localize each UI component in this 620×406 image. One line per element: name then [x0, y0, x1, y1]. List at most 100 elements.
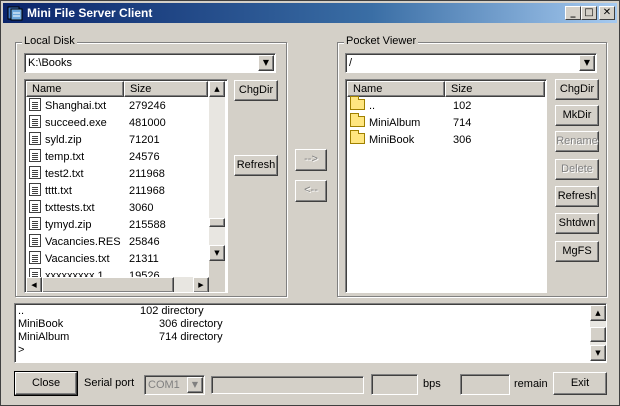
scroll-up-icon[interactable]: ▲	[590, 305, 606, 321]
upload-button[interactable]: -->	[295, 149, 327, 171]
maximize-button[interactable]: □	[581, 6, 597, 20]
local-file-row[interactable]: syld.zip 71201	[29, 132, 209, 148]
rename-button[interactable]: Rename	[555, 131, 599, 152]
local-disk-label: Local Disk	[22, 35, 77, 47]
chevron-down-icon[interactable]: ▼	[187, 377, 203, 393]
log-line: .. 102 directory	[18, 305, 578, 318]
folder-icon	[350, 96, 365, 110]
close-window-button[interactable]: ✕	[599, 6, 615, 20]
scroll-thumb[interactable]	[209, 218, 225, 227]
file-size: 211968	[129, 168, 165, 180]
local-file-list[interactable]: Name Size Shanghai.txt 279246 succeed.exe 4…	[24, 79, 228, 293]
local-file-row[interactable]: Shanghai.txt 279246	[29, 98, 209, 114]
local-vertical-scrollbar[interactable]: ▲ ▼	[209, 81, 225, 261]
file-size: 71201	[129, 134, 160, 146]
folder-name: MiniBook	[369, 134, 415, 146]
scroll-thumb[interactable]	[590, 327, 606, 342]
file-icon	[29, 149, 41, 162]
pocket-folder-row[interactable]: MiniBook 306	[350, 130, 546, 148]
local-path-combo[interactable]: K:\Books ▼	[24, 53, 276, 73]
folder-icon	[350, 130, 365, 144]
file-icon	[29, 98, 41, 111]
file-name: syld.zip	[45, 134, 82, 146]
pocket-folder-row[interactable]: .. 102	[350, 96, 546, 114]
serial-port-value: COM1	[148, 379, 180, 391]
folder-name: ..	[369, 100, 376, 112]
file-icon	[29, 115, 41, 128]
pocket-file-list[interactable]: Name Size .. 102 MiniAlbum 714 MiniBook 306	[345, 79, 547, 293]
scroll-up-icon[interactable]: ▲	[209, 81, 225, 97]
file-size: 211968	[129, 185, 165, 197]
pocket-column-size[interactable]: Size	[445, 81, 545, 97]
local-path-value: K:\Books	[28, 57, 73, 69]
file-icon	[29, 217, 41, 230]
log-vertical-scrollbar[interactable]: ▲ ▼	[590, 305, 606, 361]
file-name: Shanghai.txt	[45, 100, 107, 112]
remain-label: remain	[514, 378, 548, 390]
file-name: tymyd.zip	[45, 219, 92, 231]
shutdown-button[interactable]: Shtdwn	[555, 213, 599, 234]
close-connection-button[interactable]: Close	[14, 371, 78, 396]
folder-size: 714	[453, 117, 472, 129]
file-icon	[29, 200, 41, 213]
hscroll-thumb[interactable]	[42, 277, 174, 292]
folder-name: MiniAlbum	[369, 117, 421, 129]
local-file-row[interactable]: temp.txt 24576	[29, 149, 209, 165]
mkdir-button[interactable]: MkDir	[555, 105, 599, 126]
folder-size: 306	[453, 134, 472, 146]
log-info: 306 directory	[159, 318, 223, 330]
chevron-down-icon[interactable]: ▼	[258, 55, 274, 71]
scroll-corner	[209, 261, 225, 292]
local-horizontal-scrollbar[interactable]: ◀ ▶	[26, 277, 209, 292]
file-name: succeed.exe	[45, 117, 107, 129]
minimize-button[interactable]: _	[565, 6, 581, 20]
file-size: 481000	[129, 117, 166, 129]
file-icon	[29, 166, 41, 179]
close-icon: ✕	[602, 7, 612, 18]
mgfs-button[interactable]: MgFS	[555, 241, 599, 262]
pocket-folder-row[interactable]: MiniAlbum 714	[350, 113, 546, 131]
local-column-name[interactable]: Name	[26, 81, 124, 97]
file-size: 25846	[129, 236, 160, 248]
local-file-row[interactable]: tttt.txt 211968	[29, 183, 209, 199]
local-file-row[interactable]: Vacancies.txt 21311	[29, 251, 209, 267]
pocket-column-name[interactable]: Name	[347, 81, 445, 97]
delete-button[interactable]: Delete	[555, 159, 599, 180]
serial-port-select[interactable]: COM1 ▼	[144, 375, 205, 395]
local-column-size[interactable]: Size	[124, 81, 208, 97]
pocket-chgdir-button[interactable]: ChgDir	[555, 79, 599, 100]
chevron-down-icon[interactable]: ▼	[579, 55, 595, 71]
scroll-down-icon[interactable]: ▼	[590, 345, 606, 361]
log-info: 714 directory	[159, 331, 223, 343]
pocket-path-combo[interactable]: / ▼	[345, 53, 597, 73]
file-size: 279246	[129, 100, 166, 112]
local-chgdir-button[interactable]: ChgDir	[234, 80, 278, 101]
progress-bar	[211, 376, 364, 394]
download-button[interactable]: <--	[295, 180, 327, 202]
maximize-icon: □	[584, 7, 594, 18]
local-file-row[interactable]: succeed.exe 481000	[29, 115, 209, 131]
exit-button[interactable]: Exit	[553, 372, 607, 395]
file-size: 21311	[129, 253, 159, 265]
local-file-row[interactable]: txttests.txt 3060	[29, 200, 209, 216]
pocket-refresh-button[interactable]: Refresh	[555, 186, 599, 207]
log-info: 102 directory	[140, 305, 204, 317]
file-name: Vacancies.RES	[45, 236, 121, 248]
file-icon	[29, 251, 41, 264]
remain-display	[460, 374, 510, 395]
scroll-down-icon[interactable]: ▼	[209, 245, 225, 261]
local-file-row[interactable]: tymyd.zip 215588	[29, 217, 209, 233]
log-line: >	[18, 344, 578, 357]
local-file-row[interactable]: test2.txt 211968	[29, 166, 209, 182]
scroll-left-icon[interactable]: ◀	[26, 277, 42, 292]
bps-label: bps	[423, 378, 441, 390]
title-bar[interactable]: Mini File Server Client _ □ ✕	[3, 3, 617, 23]
local-file-row[interactable]: Vacancies.RES 25846	[29, 234, 209, 250]
file-name: txttests.txt	[45, 202, 95, 214]
file-name: tttt.txt	[45, 185, 72, 197]
scroll-right-icon[interactable]: ▶	[193, 277, 209, 292]
local-refresh-button[interactable]: Refresh	[234, 155, 278, 176]
log-output[interactable]: .. 102 directory MiniBook 306 directory Mini…	[14, 303, 607, 363]
folder-icon	[350, 113, 365, 127]
file-name: temp.txt	[45, 151, 85, 163]
